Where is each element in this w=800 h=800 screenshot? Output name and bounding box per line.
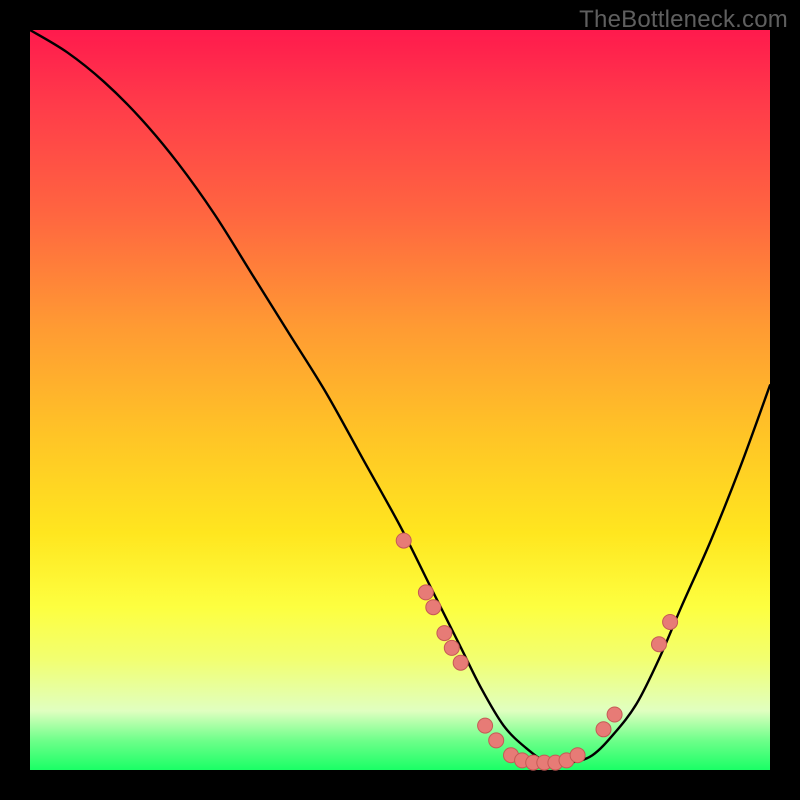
bottleneck-curve [30, 30, 770, 764]
curve-svg [30, 30, 770, 770]
marker-dot [418, 585, 433, 600]
marker-dot [444, 640, 459, 655]
marker-dot [652, 637, 667, 652]
outer-frame: TheBottleneck.com [0, 0, 800, 800]
marker-dot [489, 733, 504, 748]
marker-dot [396, 533, 411, 548]
marker-dots [396, 533, 677, 770]
marker-dot [596, 722, 611, 737]
marker-dot [478, 718, 493, 733]
marker-dot [453, 655, 468, 670]
marker-dot [607, 707, 622, 722]
marker-dot [663, 615, 678, 630]
marker-dot [426, 600, 441, 615]
plot-area [30, 30, 770, 770]
marker-dot [437, 626, 452, 641]
marker-dot [570, 748, 585, 763]
